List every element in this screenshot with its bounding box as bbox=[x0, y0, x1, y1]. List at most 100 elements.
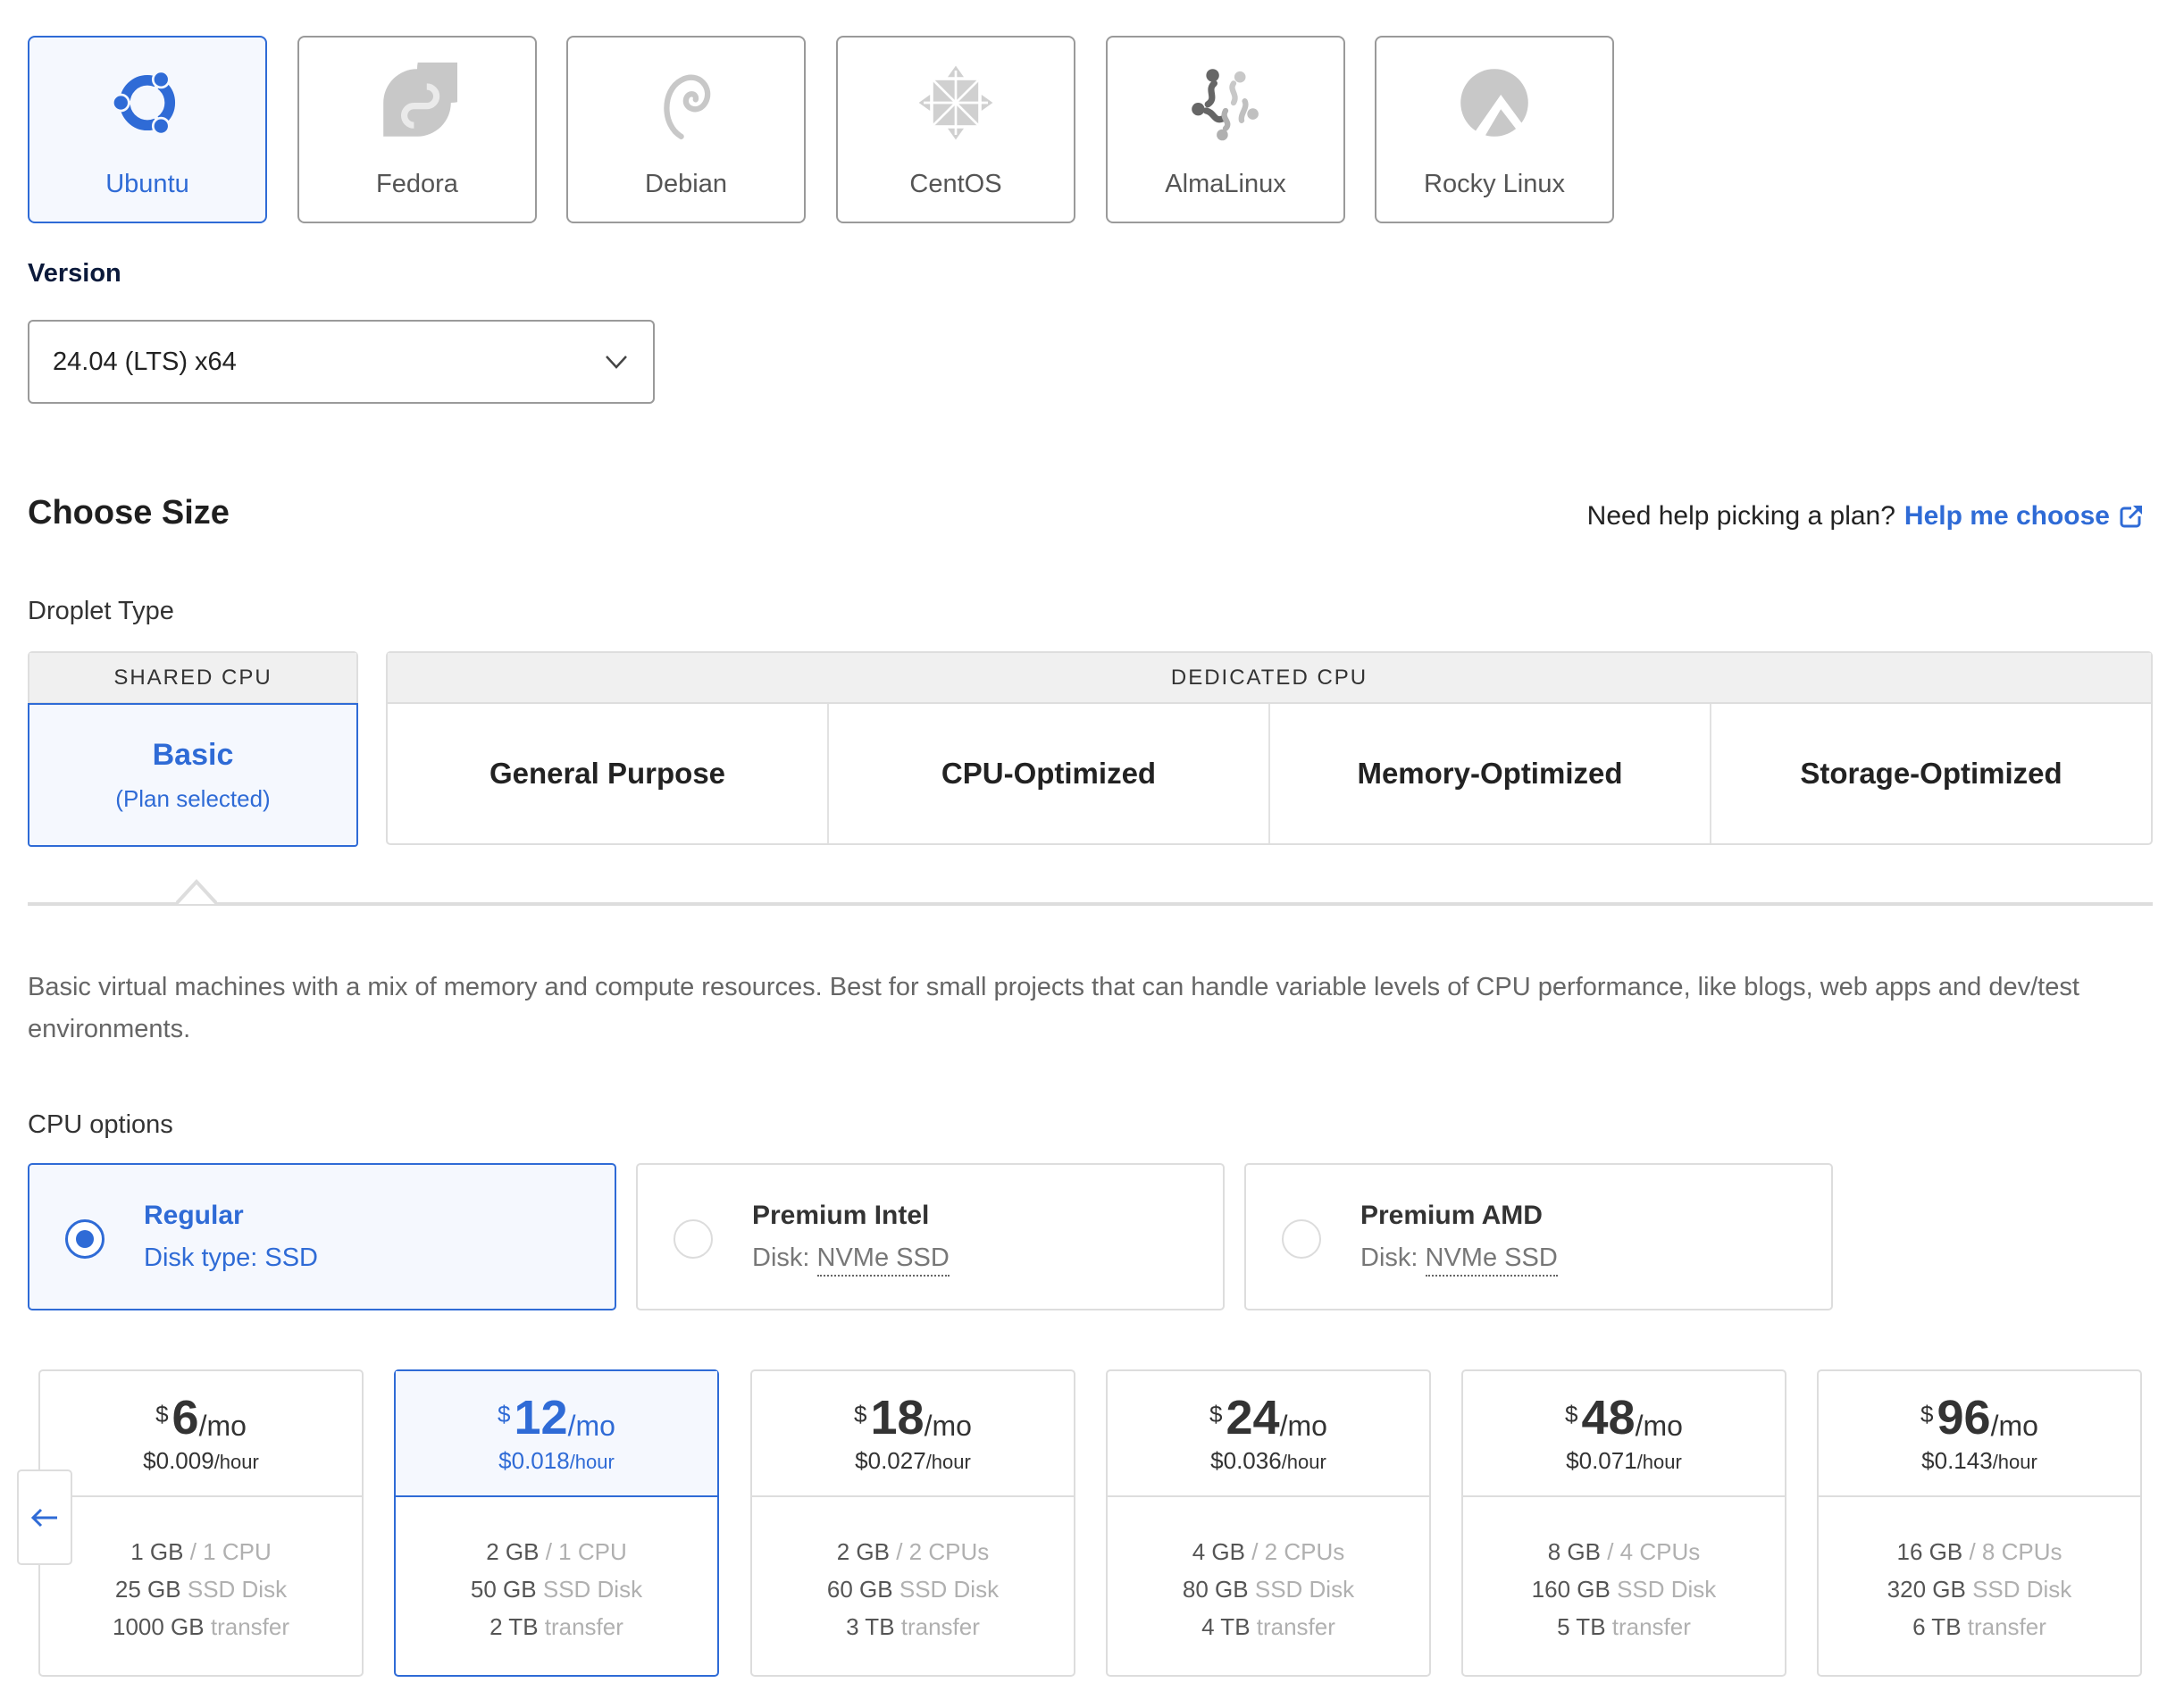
plan-transfer: 3 TB transfer bbox=[752, 1608, 1074, 1645]
plan-monthly-price: $ 6 /mo bbox=[155, 1392, 247, 1444]
os-card-centos[interactable]: CentOS bbox=[836, 36, 1075, 223]
cpu-option-disk: Disk: NVMe SSD bbox=[1360, 1243, 1558, 1277]
plan-card-48[interactable]: $ 48 /mo $0.071/hour 8 GB / 4 CPUs 160 G… bbox=[1461, 1369, 1786, 1677]
fedora-icon bbox=[383, 63, 457, 137]
cpu-count: / 4 CPUs bbox=[1601, 1538, 1701, 1565]
plan-specs: 4 GB / 2 CPUs 80 GB SSD Disk 4 TB transf… bbox=[1108, 1497, 1429, 1645]
plan-monthly-price: $ 18 /mo bbox=[854, 1392, 972, 1444]
plan-disk: 60 GB SSD Disk bbox=[752, 1570, 1074, 1608]
cpu-count: / 1 CPU bbox=[183, 1538, 272, 1565]
transfer-label: transfer bbox=[1605, 1613, 1691, 1640]
os-label: Fedora bbox=[376, 170, 458, 198]
plan-memory-cpu: 2 GB / 1 CPU bbox=[396, 1533, 717, 1570]
plan-price-header: $ 48 /mo $0.071/hour bbox=[1463, 1371, 1785, 1497]
disk-label: SSD Disk bbox=[892, 1576, 1000, 1603]
per-hour-label: /hour bbox=[1281, 1451, 1326, 1473]
plan-price-header: $ 6 /mo $0.009/hour bbox=[40, 1371, 362, 1497]
plan-hourly-price: $0.018/hour bbox=[498, 1447, 615, 1475]
per-hour-label: /hour bbox=[1636, 1451, 1682, 1473]
transfer-amount: 4 TB bbox=[1201, 1613, 1251, 1640]
plan-memory-cpu: 16 GB / 8 CPUs bbox=[1819, 1533, 2140, 1570]
plan-monthly-price: $ 96 /mo bbox=[1920, 1392, 2038, 1444]
currency-symbol: $ bbox=[155, 1401, 169, 1428]
droplet-type-memory-optimized[interactable]: Memory-Optimized bbox=[1270, 704, 1711, 843]
per-hour-label: /hour bbox=[925, 1451, 971, 1473]
cpu-option-disk: Disk type: SSD bbox=[144, 1243, 318, 1273]
per-month-label: /mo bbox=[1635, 1410, 1683, 1442]
monthly-amount: 6 bbox=[172, 1391, 199, 1444]
droplet-type-cpu-optimized[interactable]: CPU-Optimized bbox=[829, 704, 1270, 843]
monthly-amount: 12 bbox=[514, 1391, 568, 1444]
memory: 16 GB bbox=[1896, 1538, 1963, 1565]
plan-hourly-price: $0.036/hour bbox=[1210, 1447, 1326, 1475]
disk-label: SSD Disk bbox=[1965, 1576, 2072, 1603]
radio-selected[interactable] bbox=[65, 1219, 105, 1259]
plan-memory-cpu: 1 GB / 1 CPU bbox=[40, 1533, 362, 1570]
radio-unselected[interactable] bbox=[674, 1219, 713, 1259]
droplet-type-storage-optimized[interactable]: Storage-Optimized bbox=[1711, 704, 2151, 843]
debian-icon bbox=[664, 74, 711, 139]
selection-pointer-icon bbox=[176, 879, 217, 906]
plan-memory-cpu: 8 GB / 4 CPUs bbox=[1463, 1533, 1785, 1570]
currency-symbol: $ bbox=[498, 1401, 511, 1428]
section-divider bbox=[28, 902, 2153, 906]
radio-unselected[interactable] bbox=[1282, 1219, 1321, 1259]
cpu-count: / 8 CPUs bbox=[1962, 1538, 2062, 1565]
plan-price-header: $ 96 /mo $0.143/hour bbox=[1819, 1371, 2140, 1497]
rocky-linux-icon bbox=[1460, 69, 1528, 137]
version-select[interactable]: 24.04 (LTS) x64 bbox=[28, 320, 655, 404]
cpu-option-premium-amd[interactable]: Premium AMD Disk: NVMe SSD bbox=[1244, 1163, 1833, 1310]
plan-hourly-price: $0.143/hour bbox=[1921, 1447, 2037, 1475]
memory: 8 GB bbox=[1547, 1538, 1601, 1565]
cpu-option-regular[interactable]: Regular Disk type: SSD bbox=[28, 1163, 616, 1310]
plan-card-6[interactable]: $ 6 /mo $0.009/hour 1 GB / 1 CPU 25 GB S… bbox=[38, 1369, 364, 1677]
scroll-left-button[interactable] bbox=[17, 1469, 72, 1565]
os-label: Debian bbox=[645, 170, 727, 198]
plan-card-96[interactable]: $ 96 /mo $0.143/hour 16 GB / 8 CPUs 320 … bbox=[1817, 1369, 2142, 1677]
plan-disk: 80 GB SSD Disk bbox=[1108, 1570, 1429, 1608]
os-card-almalinux[interactable]: AlmaLinux bbox=[1106, 36, 1345, 223]
disk-prefix: Disk: bbox=[1360, 1243, 1426, 1272]
disk-size: 160 GB bbox=[1531, 1576, 1611, 1603]
monthly-amount: 48 bbox=[1581, 1391, 1636, 1444]
plan-hourly-price: $0.027/hour bbox=[855, 1447, 971, 1475]
plan-price-header: $ 24 /mo $0.036/hour bbox=[1108, 1371, 1429, 1497]
disk-value-tooltip[interactable]: NVMe SSD bbox=[1425, 1243, 1558, 1277]
help-me-choose-link[interactable]: Help me choose bbox=[1904, 501, 2110, 532]
transfer-amount: 5 TB bbox=[1557, 1613, 1606, 1640]
plan-card-18[interactable]: $ 18 /mo $0.027/hour 2 GB / 2 CPUs 60 GB… bbox=[750, 1369, 1075, 1677]
os-card-ubuntu[interactable]: Ubuntu bbox=[28, 36, 267, 223]
monthly-amount: 96 bbox=[1937, 1391, 1991, 1444]
plan-monthly-price: $ 24 /mo bbox=[1209, 1392, 1327, 1444]
cpu-count: / 2 CPUs bbox=[1245, 1538, 1345, 1565]
plan-specs: 2 GB / 1 CPU 50 GB SSD Disk 2 TB transfe… bbox=[396, 1497, 717, 1645]
plan-specs: 8 GB / 4 CPUs 160 GB SSD Disk 5 TB trans… bbox=[1463, 1497, 1785, 1645]
plan-disk: 160 GB SSD Disk bbox=[1463, 1570, 1785, 1608]
droplet-type-basic[interactable]: Basic (Plan selected) bbox=[28, 703, 358, 847]
external-link-icon[interactable] bbox=[2119, 504, 2144, 529]
plan-card-12[interactable]: $ 12 /mo $0.018/hour 2 GB / 1 CPU 50 GB … bbox=[394, 1369, 719, 1677]
almalinux-icon bbox=[1192, 69, 1259, 141]
transfer-amount: 2 TB bbox=[489, 1613, 539, 1640]
transfer-amount: 1000 GB bbox=[112, 1613, 205, 1640]
cpu-option-disk: Disk: NVMe SSD bbox=[752, 1243, 950, 1277]
os-card-debian[interactable]: Debian bbox=[566, 36, 806, 223]
cpu-option-premium-intel[interactable]: Premium Intel Disk: NVMe SSD bbox=[636, 1163, 1225, 1310]
disk-size: 50 GB bbox=[470, 1576, 537, 1603]
disk-value-tooltip[interactable]: NVMe SSD bbox=[816, 1243, 950, 1277]
disk-label: SSD Disk bbox=[1248, 1576, 1355, 1603]
plan-monthly-price: $ 12 /mo bbox=[498, 1392, 615, 1444]
plan-disk: 25 GB SSD Disk bbox=[40, 1570, 362, 1608]
droplet-type-general-purpose[interactable]: General Purpose bbox=[388, 704, 829, 843]
per-month-label: /mo bbox=[1279, 1410, 1327, 1442]
help-text: Need help picking a plan? bbox=[1586, 501, 1895, 531]
plan-transfer: 2 TB transfer bbox=[396, 1608, 717, 1645]
per-hour-label: /hour bbox=[213, 1451, 259, 1473]
transfer-label: transfer bbox=[1961, 1613, 2046, 1640]
cpu-option-title: Premium Intel bbox=[752, 1201, 930, 1230]
os-card-fedora[interactable]: Fedora bbox=[297, 36, 537, 223]
plan-card-24[interactable]: $ 24 /mo $0.036/hour 4 GB / 2 CPUs 80 GB… bbox=[1106, 1369, 1431, 1677]
hourly-amount: $0.143 bbox=[1921, 1447, 1993, 1474]
plan-price-header: $ 18 /mo $0.027/hour bbox=[752, 1371, 1074, 1497]
os-card-rocky-linux[interactable]: Rocky Linux bbox=[1375, 36, 1614, 223]
